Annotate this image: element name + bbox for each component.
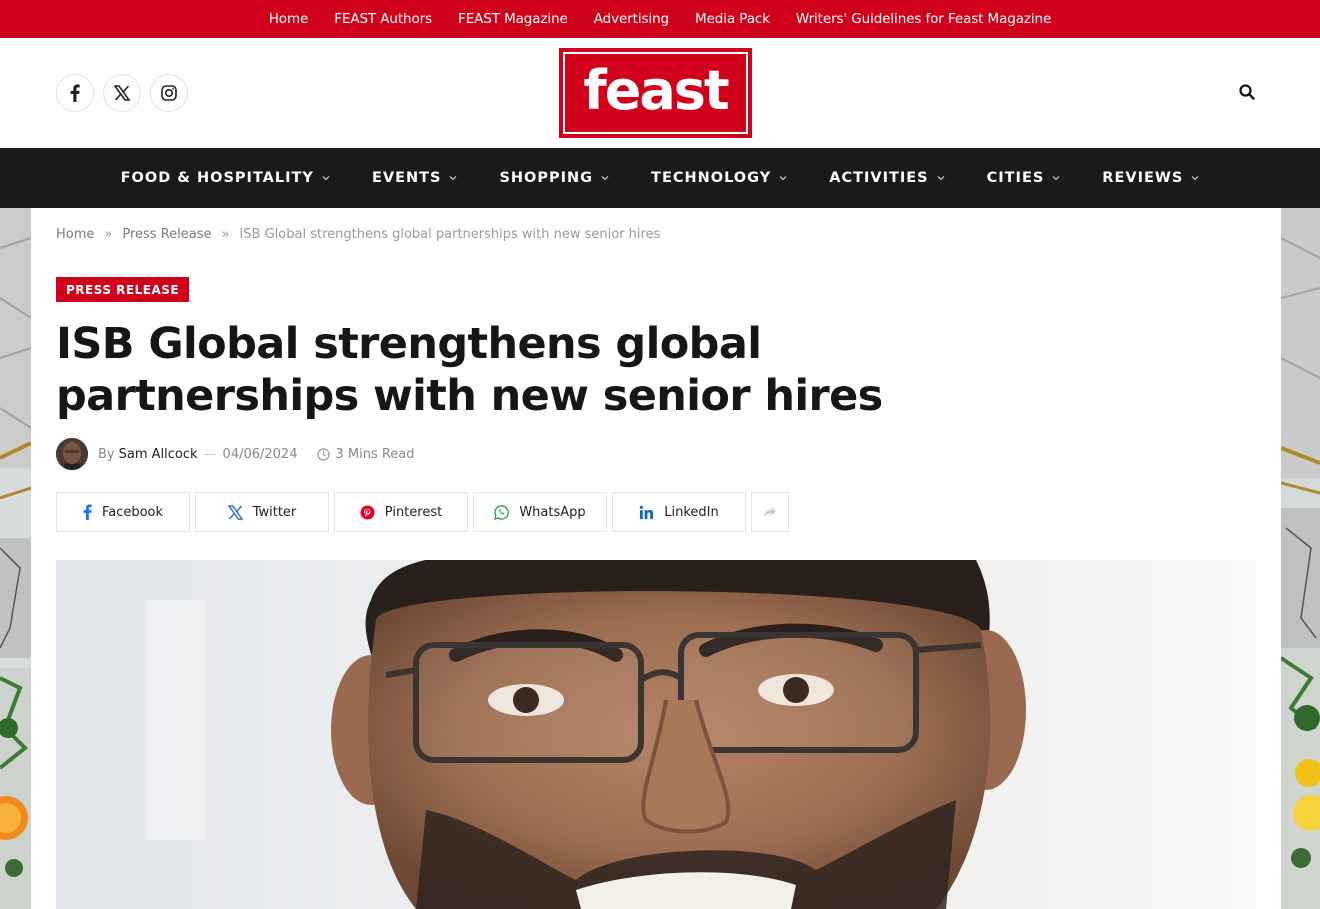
breadcrumb-home[interactable]: Home [56,227,94,242]
author-avatar[interactable] [56,438,88,470]
logo-text: feast [583,59,730,122]
author-by-label: By [98,446,115,462]
share-buttons: Facebook Twitter Pinterest WhatsApp Link… [56,492,789,532]
share-twitter-button[interactable]: Twitter [195,492,329,532]
meta-separator: — [203,446,217,462]
share-more-button[interactable] [751,492,789,532]
article-meta: By Sam Allcock — 04/06/2024 3 Mins Read [56,438,415,470]
share-twitter-label: Twitter [252,504,297,520]
nav-item-label: ACTIVITIES [829,170,929,186]
linkedin-icon [640,505,654,519]
facebook-icon [83,504,92,520]
topbar-link-media-pack[interactable]: Media Pack [695,11,770,27]
share-pinterest-label: Pinterest [384,504,443,520]
breadcrumb-press-release[interactable]: Press Release [122,227,211,242]
nav-item-label: SHOPPING [499,170,594,186]
publish-date: 04/06/2024 [222,446,298,462]
x-icon [227,504,243,520]
breadcrumb-separator: » [221,227,230,242]
chevron-down-icon [601,176,609,181]
share-linkedin-label: LinkedIn [664,504,719,520]
article-title: ISB Global strengthens global partnershi… [56,319,883,421]
nav-item-shopping[interactable]: SHOPPING [499,170,609,186]
main-navigation: FOOD & HOSPITALITY EVENTS SHOPPING TECHN… [0,148,1320,208]
whatsapp-icon [494,504,510,520]
chevron-down-icon [449,176,457,181]
nav-item-reviews[interactable]: REVIEWS [1102,170,1199,186]
author-name[interactable]: Sam Allcock [119,447,198,462]
share-pinterest-button[interactable]: Pinterest [334,492,468,532]
breadcrumb-current: ISB Global strengthens global partnershi… [239,227,661,242]
nav-item-technology[interactable]: TECHNOLOGY [651,170,787,186]
chevron-down-icon [779,176,787,181]
nav-item-food-hospitality[interactable]: FOOD & HOSPITALITY [121,170,330,186]
chevron-down-icon [1052,176,1060,181]
article-container: Home » Press Release » ISB Global streng… [31,208,1281,909]
topbar-link-feast-magazine[interactable]: FEAST Magazine [458,11,568,27]
search-icon[interactable] [1239,84,1257,102]
nav-item-events[interactable]: EVENTS [372,170,458,186]
chevron-down-icon [937,176,945,181]
article-hero-image [56,560,1256,909]
share-facebook-button[interactable]: Facebook [56,492,190,532]
nav-item-label: FOOD & HOSPITALITY [120,170,314,186]
top-utility-bar: Home FEAST Authors FEAST Magazine Advert… [0,0,1320,38]
site-logo[interactable]: feast [559,48,752,138]
share-whatsapp-button[interactable]: WhatsApp [473,492,607,532]
chevron-down-icon [1191,176,1199,181]
chevron-down-icon [322,176,330,181]
logo-border: feast [563,52,748,134]
instagram-icon[interactable] [150,74,188,112]
share-whatsapp-label: WhatsApp [519,504,586,520]
nav-item-activities[interactable]: ACTIVITIES [829,170,945,186]
read-time: 3 Mins Read [335,446,415,462]
nav-item-label: TECHNOLOGY [651,170,772,186]
pinterest-icon [360,504,375,520]
nav-item-label: CITIES [986,170,1045,186]
topbar-link-home[interactable]: Home [269,11,309,27]
nav-item-label: REVIEWS [1102,170,1184,186]
social-links [56,74,188,112]
topbar-link-feast-authors[interactable]: FEAST Authors [334,11,432,27]
breadcrumb-separator: » [104,227,113,242]
topbar-link-writers-guidelines[interactable]: Writers' Guidelines for Feast Magazine [796,11,1051,27]
share-linkedin-button[interactable]: LinkedIn [612,492,746,532]
clock-icon [317,447,331,461]
category-badge[interactable]: PRESS RELEASE [56,277,190,302]
facebook-icon[interactable] [56,74,94,112]
nav-item-label: EVENTS [371,170,442,186]
background-decoration-left [0,208,31,909]
x-icon[interactable] [103,74,141,112]
breadcrumb: Home » Press Release » ISB Global streng… [56,227,660,242]
nav-item-cities[interactable]: CITIES [987,170,1061,186]
share-icon [764,507,776,517]
background-decoration-right [1281,208,1320,909]
share-facebook-label: Facebook [101,504,164,520]
topbar-link-advertising[interactable]: Advertising [594,11,669,27]
site-header: feast [0,38,1320,148]
